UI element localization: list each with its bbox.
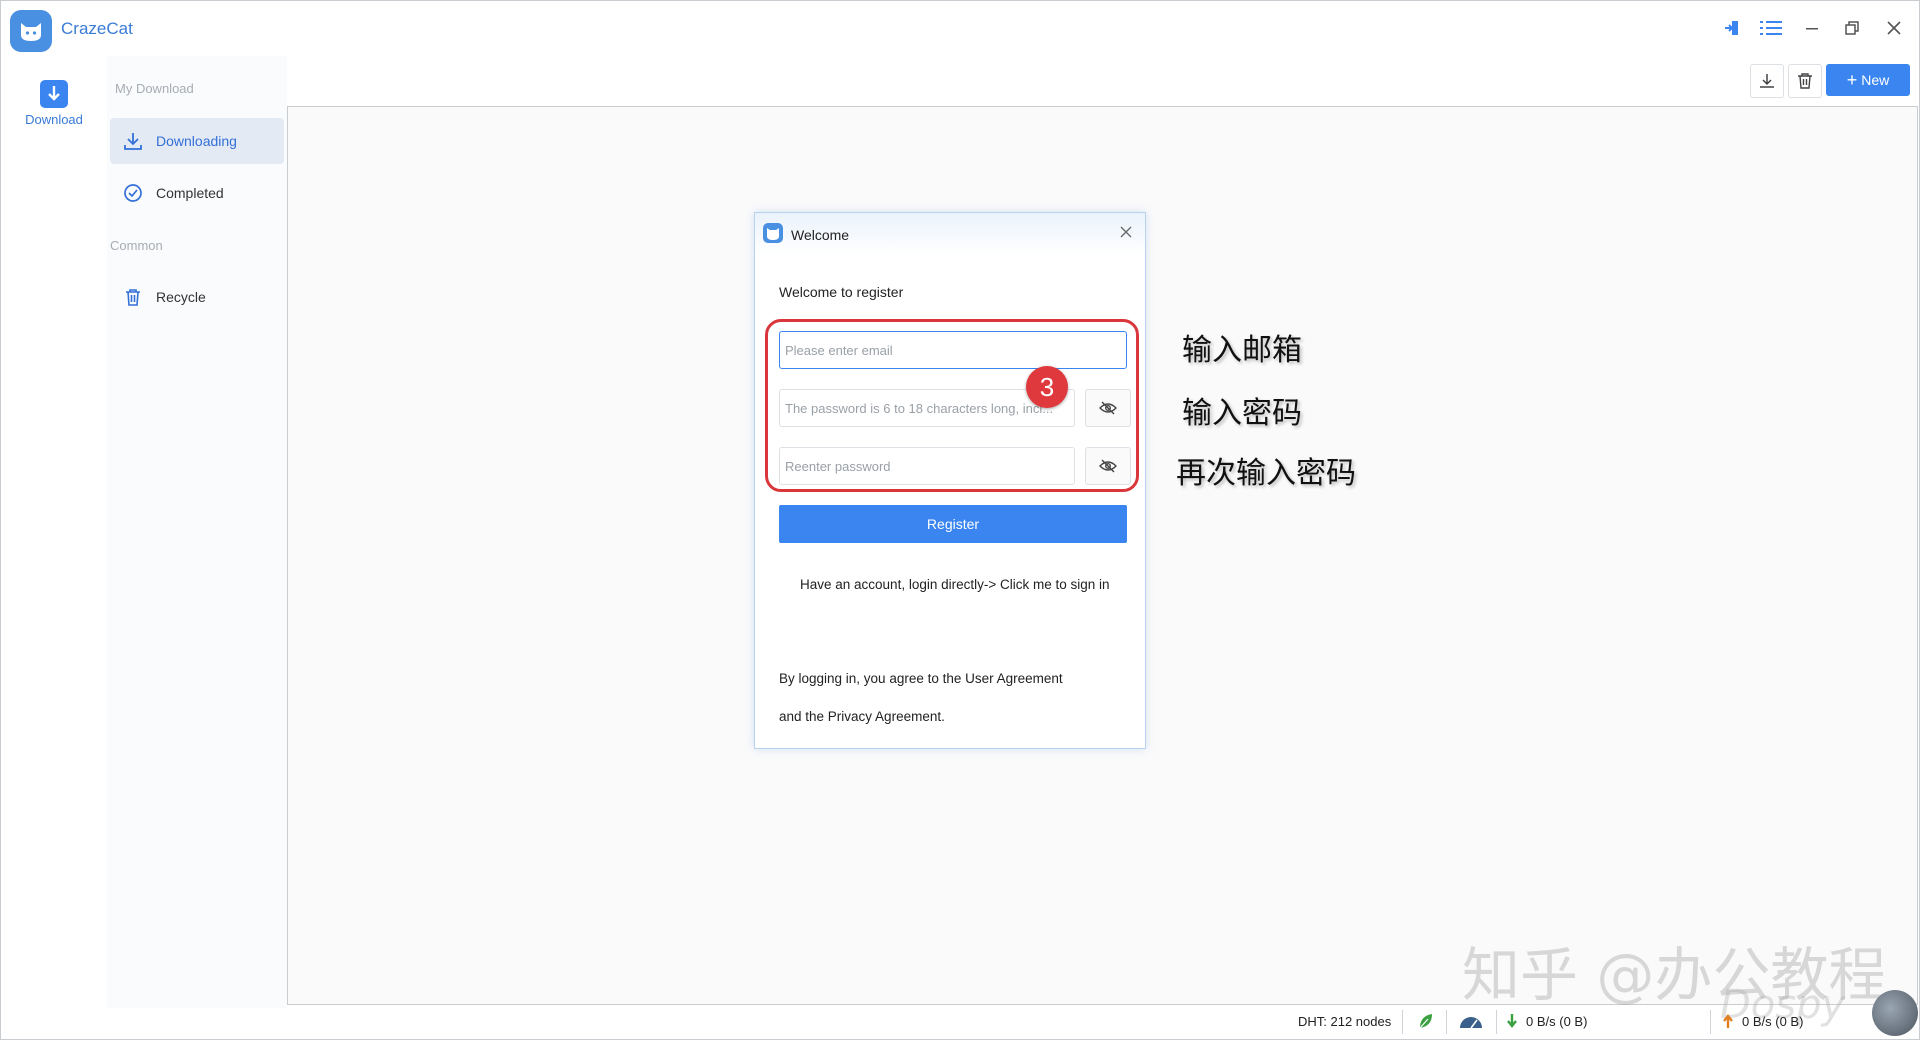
- check-circle-icon: [122, 182, 144, 204]
- dialog-title: Welcome: [791, 227, 850, 243]
- delete-button[interactable]: [1788, 64, 1822, 98]
- new-label: New: [1861, 72, 1890, 88]
- speed-gauge-icon[interactable]: [1458, 1014, 1484, 1035]
- arrow-down-icon: [1506, 1013, 1518, 1034]
- annotation-email: 输入邮箱: [1182, 333, 1302, 368]
- download-icon: [40, 80, 68, 108]
- dialog-subtitle: Welcome to register: [779, 284, 904, 300]
- app-logo-icon: [763, 223, 783, 243]
- sidebar-item-label: Completed: [156, 185, 224, 201]
- app-name: CrazeCat: [61, 19, 133, 38]
- trash-icon: [1798, 73, 1812, 89]
- arrow-up-icon: [1722, 1013, 1734, 1034]
- step-badge: 3: [1026, 366, 1068, 408]
- trash-icon: [122, 286, 144, 308]
- plus-icon: +: [1846, 70, 1858, 90]
- section-common: Common: [110, 238, 163, 253]
- new-task-button[interactable]: + New: [1826, 64, 1910, 96]
- annotation-password: 输入密码: [1182, 396, 1302, 431]
- rail-download-button[interactable]: Download: [22, 80, 86, 132]
- sidebar-item-downloading[interactable]: Downloading: [110, 118, 284, 164]
- download-icon: [122, 130, 144, 152]
- upload-speed: 0 B/s (0 B): [1742, 1014, 1804, 1029]
- close-icon[interactable]: [1880, 14, 1908, 42]
- agreement-text-line1[interactable]: By logging in, you agree to the User Agr…: [779, 671, 1063, 686]
- divider: [1710, 1010, 1711, 1034]
- sign-in-link[interactable]: Have an account, login directly-> Click …: [800, 577, 1110, 592]
- rail-download-label: Download: [25, 112, 83, 127]
- section-my-download: My Download: [115, 81, 194, 96]
- divider: [1446, 1010, 1447, 1034]
- dialog-close-icon[interactable]: [1115, 221, 1137, 243]
- sidebar-item-label: Recycle: [156, 289, 206, 305]
- download-all-button[interactable]: [1750, 64, 1784, 98]
- avatar[interactable]: [1872, 990, 1918, 1036]
- download-icon: [1760, 74, 1774, 88]
- pin-icon[interactable]: [1718, 14, 1746, 42]
- sidebar-item-label: Downloading: [156, 133, 237, 149]
- app-logo-icon: [10, 10, 52, 52]
- divider: [1496, 1010, 1497, 1034]
- sidebar-item-recycle[interactable]: Recycle: [110, 274, 284, 320]
- register-button[interactable]: Register: [779, 505, 1127, 543]
- download-speed: 0 B/s (0 B): [1526, 1014, 1588, 1029]
- sidebar-item-completed[interactable]: Completed: [110, 170, 284, 216]
- restore-icon[interactable]: [1838, 14, 1866, 42]
- divider: [1402, 1010, 1403, 1034]
- dht-status: DHT: 212 nodes: [1298, 1014, 1392, 1029]
- leaf-icon[interactable]: [1418, 1012, 1434, 1035]
- list-menu-icon[interactable]: [1757, 14, 1785, 42]
- annotation-reenter: 再次输入密码: [1176, 456, 1356, 491]
- agreement-text-line2[interactable]: and the Privacy Agreement.: [779, 709, 945, 724]
- minimize-icon[interactable]: [1798, 14, 1826, 42]
- highlight-box: [765, 319, 1139, 492]
